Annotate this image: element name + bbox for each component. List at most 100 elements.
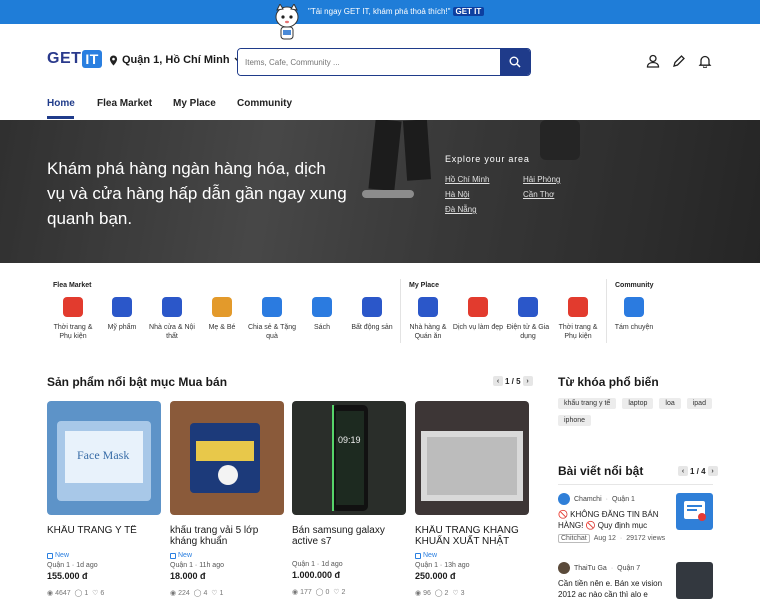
category-item[interactable]: Thời trang & Phụ kiện xyxy=(552,297,604,341)
keyword-chip[interactable]: iphone xyxy=(558,415,592,426)
category-item[interactable]: Mỹ phẩm xyxy=(96,297,148,332)
active-tab-indicator xyxy=(47,116,74,119)
product-card[interactable]: KHẨU TRANG KHÁNG KHUẨN XUẤT NHẬT New Quận … xyxy=(415,401,529,600)
logo-text: GET xyxy=(47,50,82,67)
logo-bag: IT xyxy=(82,50,102,68)
post-title: 🚫 KHÔNG ĐĂNG TIN BÁN HÀNG! 🚫 Quy định mụ… xyxy=(558,510,659,530)
product-price: 155.000 đ xyxy=(47,571,88,581)
product-image: 09:19 xyxy=(292,401,406,515)
search-button[interactable] xyxy=(500,49,530,75)
city-link[interactable]: Đà Nẵng xyxy=(445,205,523,214)
keyword-list: khẩu trang y tế laptop loa ipad iphone xyxy=(558,398,718,426)
product-stats: ◉ 96 ◯ 2 ♡ 3 xyxy=(415,590,465,597)
category-item[interactable]: Điện tử & Gia dụng xyxy=(502,297,554,341)
category-label: Sách xyxy=(314,324,330,331)
tab-flea-market[interactable]: Flea Market xyxy=(97,98,152,109)
category-icon xyxy=(212,297,232,317)
product-title: KHẨU TRANG KHÁNG KHUẨN XUẤT NHẬT xyxy=(415,525,519,547)
post-item[interactable]: ThaiTu Ga · Quận 7 Cần tiền nên e. Bán x… xyxy=(558,562,713,600)
category-bar: Flea Market My Place Community Thời tran… xyxy=(0,263,760,358)
pager-label: 1 / 5 xyxy=(505,376,521,386)
header: GET IT Quận 1, Hồ Chí Minh xyxy=(0,24,760,96)
pencil-icon[interactable] xyxy=(672,54,686,68)
user-icon[interactable] xyxy=(646,54,660,68)
main-nav: Home Flea Market My Place Community xyxy=(0,96,760,120)
category-label: Tám chuyện xyxy=(614,324,654,331)
product-title: Bán samsung galaxy active s7 xyxy=(292,525,385,547)
category-label: Thời trang & Phụ kiện xyxy=(53,324,93,340)
category-label: Điện tử & Gia dụng xyxy=(506,324,550,340)
post-district: Quận 1 xyxy=(611,495,635,503)
category-label: Nhà cửa & Nội thất xyxy=(149,324,195,340)
keyword-chip[interactable]: laptop xyxy=(622,398,654,409)
tab-my-place[interactable]: My Place xyxy=(173,98,216,109)
product-price: 1.000.000 đ xyxy=(292,570,341,580)
product-image xyxy=(415,401,529,515)
keyword-chip[interactable]: loa xyxy=(659,398,681,409)
search-input[interactable] xyxy=(238,49,500,75)
posts-title: Bài viết nổi bật xyxy=(558,464,644,478)
eye-icon: ◉ xyxy=(415,590,422,597)
explore-label: Explore your area xyxy=(445,154,530,164)
product-title: khẩu trang vải 5 lớp kháng khuẩn xyxy=(170,525,259,547)
product-card[interactable]: Face Mask KHẨU TRANG Y TẾ New Quận 1 · 1d a… xyxy=(47,401,161,600)
category-item[interactable]: Nhà hàng & Quán ăn xyxy=(402,297,454,341)
new-badge: New xyxy=(47,552,161,559)
search-icon xyxy=(509,56,521,68)
category-item[interactable]: Dịch vụ làm đẹp xyxy=(452,297,504,332)
comment-icon: ◯ xyxy=(434,590,443,597)
category-label: Chia sẻ & Tặng quà xyxy=(247,324,297,340)
new-icon xyxy=(170,552,176,559)
post-author: ThaiTu Ga xyxy=(574,564,607,572)
keywords-title: Từ khóa phổ biến xyxy=(558,375,659,389)
category-item[interactable]: Bất động sản xyxy=(346,297,398,332)
group-community: Community xyxy=(615,282,654,289)
post-item[interactable]: Chamchi · Quận 1 🚫 KHÔNG ĐĂNG TIN BÁN HÀ… xyxy=(558,493,713,543)
prev-arrow-icon[interactable]: ‹ xyxy=(678,466,688,476)
category-label: Thời trang & Phụ kiện xyxy=(558,324,598,340)
city-link[interactable]: Hà Nội xyxy=(445,190,523,199)
product-card[interactable]: khẩu trang vải 5 lớp kháng khuẩn New Quận … xyxy=(170,401,284,600)
keyword-chip[interactable]: ipad xyxy=(686,398,712,409)
category-icon xyxy=(112,297,132,317)
post-tag: Chitchat xyxy=(558,534,590,543)
group-my-place: My Place xyxy=(409,282,439,289)
keyword-chip[interactable]: khẩu trang y tế xyxy=(558,398,617,409)
city-link[interactable]: Hải Phòng xyxy=(523,175,601,184)
post-title: Cần tiền nên e. Bán xe vision 2012 ac nà… xyxy=(558,579,663,599)
promo-badge: GET IT xyxy=(452,7,485,16)
category-icon xyxy=(362,297,382,317)
category-item[interactable]: Chia sẻ & Tặng quà xyxy=(246,297,298,341)
category-label: Nhà hàng & Quán ăn xyxy=(409,324,447,340)
city-link[interactable]: Hồ Chí Minh xyxy=(445,175,523,184)
category-item[interactable]: Mẹ & Bé xyxy=(196,297,248,332)
logo[interactable]: GET IT xyxy=(47,48,102,70)
new-icon xyxy=(47,552,53,559)
bell-icon[interactable] xyxy=(698,54,712,69)
tab-community[interactable]: Community xyxy=(237,98,292,109)
next-arrow-icon[interactable]: › xyxy=(522,376,533,386)
promo-banner[interactable]: "Tải ngay GET IT, khám phá thoả thích!" G… xyxy=(0,0,760,40)
category-item[interactable]: Tám chuyện xyxy=(608,297,660,332)
post-views: 29172 views xyxy=(626,535,666,542)
prev-arrow-icon[interactable]: ‹ xyxy=(493,376,503,386)
category-icon xyxy=(468,297,488,317)
product-stats: ◉ 4647 ◯ 1 ♡ 6 xyxy=(47,590,105,597)
product-meta: Quận 1 · 1d ago xyxy=(47,562,98,569)
category-icon xyxy=(312,297,332,317)
category-item[interactable]: Thời trang & Phụ kiện xyxy=(47,297,99,341)
tab-home[interactable]: Home xyxy=(47,98,75,109)
location-selector[interactable]: Quận 1, Hồ Chí Minh xyxy=(109,54,242,66)
post-district: Quận 7 xyxy=(617,564,641,572)
category-item[interactable]: Sách xyxy=(296,297,348,332)
eye-icon: ◉ xyxy=(170,590,177,597)
product-card[interactable]: 09:19 Bán samsung galaxy active s7 Quận 1 … xyxy=(292,401,406,600)
post-thumbnail xyxy=(676,562,713,599)
location-pin-icon xyxy=(109,55,118,65)
category-item[interactable]: Nhà cửa & Nội thất xyxy=(146,297,198,341)
next-arrow-icon[interactable]: › xyxy=(707,466,718,476)
hero-title: Khám phá hàng ngàn hàng hóa, dịch vụ và … xyxy=(47,159,347,228)
heart-icon: ♡ xyxy=(333,589,340,596)
eye-icon: ◉ xyxy=(292,589,299,596)
city-link[interactable]: Cần Thơ xyxy=(523,190,601,199)
